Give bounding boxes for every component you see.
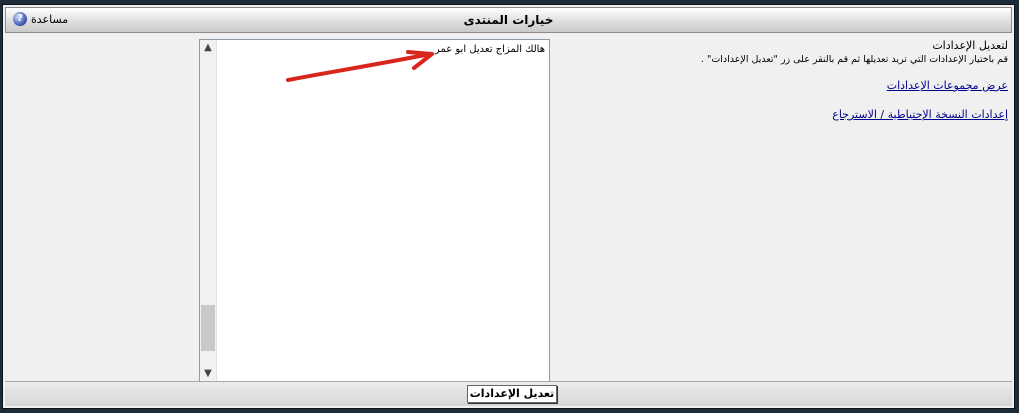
listbox-option[interactable]: هالك المزاج تعديل ابو عمر — [435, 44, 545, 55]
settings-sidebar: لتعديل الإعدادات قم باختيار الإعدادات ال… — [568, 39, 1008, 121]
page-title: خيارات المنتدى — [463, 13, 554, 27]
sidebar-description: قم باختيار الإعدادات التي تريد تعديلها ث… — [700, 54, 1008, 65]
scroll-down-icon[interactable]: ▼ — [200, 366, 216, 382]
annotation-arrow-icon — [286, 50, 434, 82]
listbox-scrollbar[interactable]: ▲ ▼ — [200, 40, 217, 382]
panel-footer: تعديل الإعدادات — [5, 381, 1012, 406]
forum-options-panel: ? مساعدة خيارات المنتدى ▲ ▼ هالك المزاج … — [2, 4, 1015, 409]
scroll-up-icon[interactable]: ▲ — [200, 40, 216, 56]
scrollbar-thumb[interactable] — [201, 305, 215, 351]
view-setting-groups-link[interactable]: عرض مجموعات الإعدادات — [568, 79, 1008, 92]
settings-listbox[interactable]: ▲ ▼ هالك المزاج تعديل ابو عمر — [199, 39, 550, 383]
save-settings-button[interactable]: تعديل الإعدادات — [467, 385, 557, 403]
panel-content: ▲ ▼ هالك المزاج تعديل ابو عمر لتعديل الإ… — [5, 35, 1012, 383]
panel-header: ? مساعدة خيارات المنتدى — [5, 7, 1012, 33]
sidebar-title: لتعديل الإعدادات — [932, 39, 1008, 52]
backup-restore-settings-link[interactable]: إعدادات النسخة الإحتياطية / الاسترجاع — [568, 108, 1008, 121]
